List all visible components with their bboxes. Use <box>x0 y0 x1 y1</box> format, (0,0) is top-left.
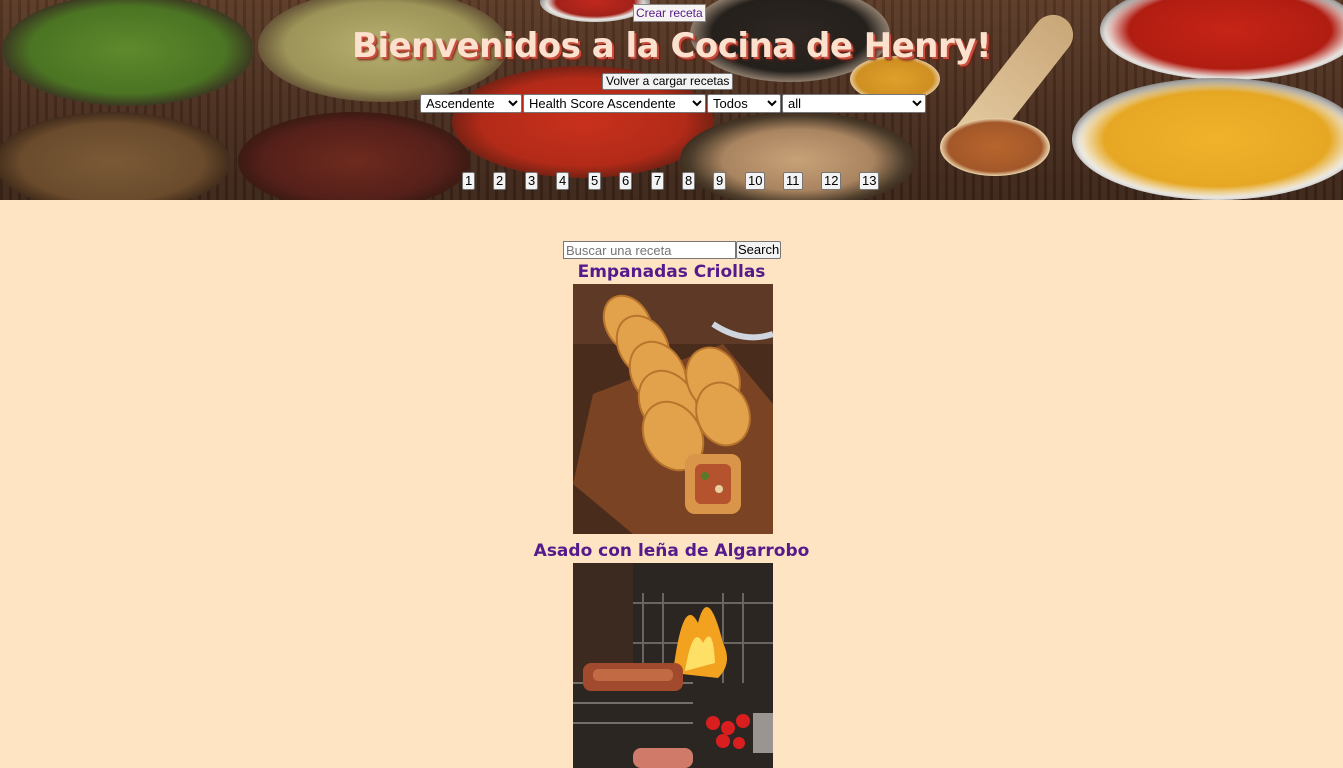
source-select[interactable]: Todos <box>707 94 781 113</box>
page-button-12[interactable]: 12 <box>821 172 842 190</box>
page-button-7[interactable]: 7 <box>651 172 665 190</box>
page-button-2[interactable]: 2 <box>493 172 507 190</box>
page-button-4[interactable]: 4 <box>556 172 570 190</box>
page-button-10[interactable]: 10 <box>745 172 766 190</box>
page-button-1[interactable]: 1 <box>462 172 476 190</box>
create-recipe-link[interactable]: Crear receta <box>633 4 706 22</box>
page-button-5[interactable]: 5 <box>588 172 602 190</box>
order-select[interactable]: Ascendente <box>420 94 522 113</box>
reload-recipes-button[interactable]: Volver a cargar recetas <box>602 73 734 90</box>
page-button-3[interactable]: 3 <box>525 172 539 190</box>
pagination: 1 2 3 4 5 6 7 8 9 10 11 12 13 <box>0 172 1343 192</box>
asado-photo <box>573 563 773 768</box>
recipe-title[interactable]: Empanadas Criollas <box>0 262 1343 282</box>
page-button-13[interactable]: 13 <box>859 172 880 190</box>
page-button-6[interactable]: 6 <box>619 172 633 190</box>
recipe-image-empanadas[interactable] <box>573 284 773 534</box>
page-button-11[interactable]: 11 <box>783 172 803 190</box>
header-banner: Crear receta Bienvenidos a la Cocina de … <box>0 0 1343 200</box>
page-button-9[interactable]: 9 <box>713 172 727 190</box>
search-input[interactable] <box>563 241 736 259</box>
recipe-image-asado[interactable] <box>573 563 773 768</box>
diet-select[interactable]: all <box>782 94 926 113</box>
page-title: Bienvenidos a la Cocina de Henry! <box>352 26 991 66</box>
health-score-select[interactable]: Health Score Ascendente <box>523 94 706 113</box>
recipe-title[interactable]: Asado con leña de Algarrobo <box>0 541 1343 561</box>
page-button-8[interactable]: 8 <box>682 172 696 190</box>
spoon-cinnamon <box>940 118 1050 176</box>
empanadas-photo <box>573 284 773 534</box>
search-button[interactable]: Search <box>736 241 782 259</box>
